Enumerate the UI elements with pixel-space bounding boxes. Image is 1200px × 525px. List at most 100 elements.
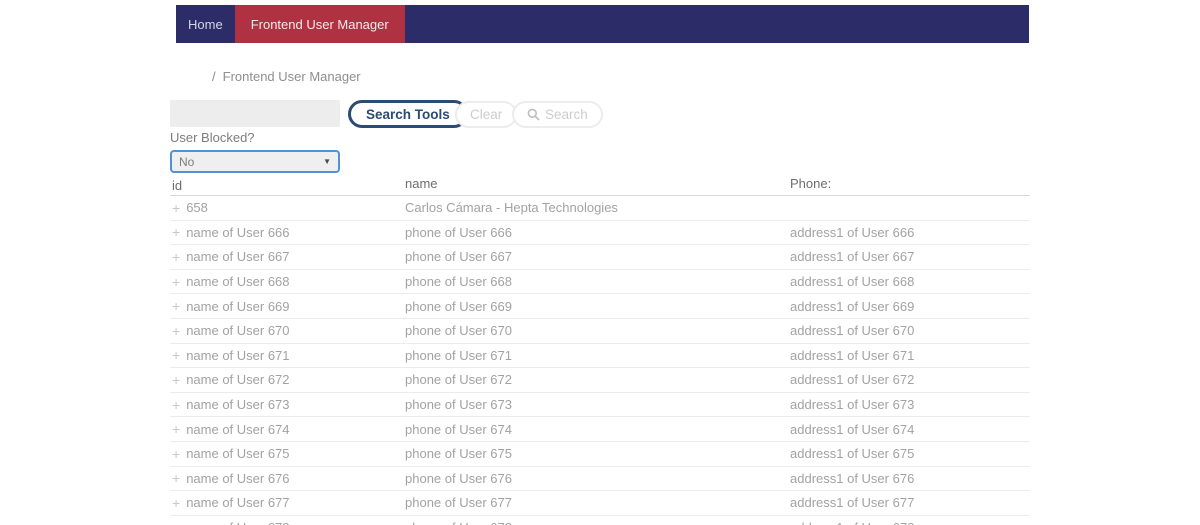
- cell-id-text: name of User 670: [186, 323, 290, 339]
- nav-tab-label: Frontend User Manager: [250, 16, 389, 32]
- cell-phone: address1 of User 675: [790, 446, 915, 462]
- user-blocked-label: User Blocked?: [170, 130, 255, 145]
- cell-name: phone of User 668: [405, 274, 512, 290]
- table-row[interactable]: + name of User 678 phone of User 678addres…: [170, 516, 1030, 525]
- cell-phone: address1 of User 673: [790, 397, 915, 413]
- cell-name: Carlos Cámara - Hepta Technologies: [405, 200, 618, 216]
- select-value: No: [179, 154, 195, 169]
- cell-id-text: name of User 676: [186, 470, 290, 486]
- main-nav: Home Frontend User Manager: [176, 5, 1029, 43]
- cell-id-text: name of User 671: [186, 347, 290, 363]
- cell-id: + name of User 673: [170, 397, 405, 412]
- expand-row-icon[interactable]: +: [172, 471, 180, 485]
- cell-name: phone of User 667: [405, 249, 512, 265]
- cell-id: + name of User 671: [170, 348, 405, 363]
- expand-row-icon[interactable]: +: [172, 324, 180, 338]
- table-row[interactable]: + name of User 676 phone of User 676 addres…: [170, 467, 1030, 492]
- search-button-label: Search: [545, 107, 588, 122]
- cell-id-text: name of User 667: [186, 249, 290, 265]
- breadcrumb-separator: /: [212, 69, 216, 84]
- cell-id-text: name of User 673: [186, 397, 290, 413]
- expand-row-icon[interactable]: +: [172, 275, 180, 289]
- cell-phone: address1 of User 674: [790, 421, 915, 437]
- column-header-phone: Phone:: [790, 176, 832, 191]
- expand-row-icon[interactable]: +: [172, 225, 180, 239]
- expand-row-icon[interactable]: +: [172, 201, 180, 215]
- breadcrumb-current[interactable]: Frontend User Manager: [223, 69, 361, 84]
- cell-name: phone of User 671: [405, 347, 512, 363]
- table-row[interactable]: + name of User 667 phone of User 667 addres…: [170, 245, 1030, 270]
- cell-phone: address1 of User 676: [790, 470, 915, 486]
- cell-id: + name of User 668: [170, 274, 405, 289]
- expand-row-icon[interactable]: +: [172, 496, 180, 510]
- table-row[interactable]: + name of User 672 phone of User 672 addres…: [170, 368, 1030, 393]
- search-button[interactable]: Search: [512, 101, 603, 128]
- cell-phone: address1 of User 677: [790, 495, 915, 511]
- cell-id: + name of User 677: [170, 495, 405, 510]
- cell-name: phone of User 674: [405, 421, 512, 437]
- cell-id: + name of User 669: [170, 299, 405, 314]
- chevron-down-icon: ▼: [323, 157, 331, 166]
- cell-id-text: name of User 672: [186, 372, 290, 388]
- table-row[interactable]: + name of User 674 phone of User 674 addres…: [170, 417, 1030, 442]
- cell-phone: address1 of User 670: [790, 323, 915, 339]
- cell-name: phone of User 670: [405, 323, 512, 339]
- cell-phone: address1 of User 668: [790, 274, 915, 290]
- cell-id-text: name of User 666: [186, 224, 290, 240]
- breadcrumb: / Frontend User Manager: [212, 69, 361, 84]
- cell-id: + name of User 678: [170, 520, 405, 525]
- search-tools-button[interactable]: Search Tools: [348, 100, 468, 128]
- expand-row-icon[interactable]: +: [172, 299, 180, 313]
- page: Home Frontend User Manager / Frontend Use…: [0, 0, 1200, 525]
- table-row[interactable]: +658 Carlos Cámara - Hepta Technologies: [170, 196, 1030, 221]
- cell-id: + name of User 666: [170, 225, 405, 240]
- cell-phone: address1 of User 666: [790, 224, 915, 240]
- cell-name: phone of User 678: [405, 520, 790, 525]
- cell-id: + name of User 674: [170, 422, 405, 437]
- cell-id: + name of User 675: [170, 446, 405, 461]
- cell-id-text: name of User 669: [186, 298, 290, 314]
- table-row[interactable]: + name of User 677 phone of User 677 addres…: [170, 491, 1030, 516]
- table-row[interactable]: + name of User 669 phone of User 669 addres…: [170, 294, 1030, 319]
- cell-id: + name of User 676: [170, 471, 405, 486]
- cell-name: phone of User 669: [405, 298, 512, 314]
- cell-name: phone of User 677: [405, 495, 512, 511]
- expand-row-icon[interactable]: +: [172, 250, 180, 264]
- cell-name: phone of User 676: [405, 470, 512, 486]
- search-input[interactable]: [170, 100, 340, 127]
- cell-phone: address1 of User 669: [790, 298, 915, 314]
- cell-id-text: name of User 677: [186, 495, 290, 511]
- users-table: id name Phone: +658 Carlos Cámara - Hepta T…: [170, 176, 1030, 525]
- table-row[interactable]: + name of User 668 phone of User 668 addres…: [170, 270, 1030, 295]
- table-row[interactable]: + name of User 675 phone of User 675 addres…: [170, 442, 1030, 467]
- expand-row-icon[interactable]: +: [172, 398, 180, 412]
- expand-row-icon[interactable]: +: [172, 521, 180, 525]
- cell-name: phone of User 675: [405, 446, 512, 462]
- cell-phone: address1 of User 672: [790, 372, 915, 388]
- nav-tab-label: Home: [188, 16, 223, 32]
- cell-id: + name of User 670: [170, 323, 405, 338]
- table-header-row: id name Phone:: [170, 176, 1030, 196]
- cell-phone: address1 of User 671: [790, 347, 915, 363]
- expand-row-icon[interactable]: +: [172, 373, 180, 387]
- cell-id: + name of User 667: [170, 249, 405, 264]
- cell-id-text: name of User 668: [186, 274, 290, 290]
- user-blocked-select[interactable]: No ▼: [170, 150, 340, 173]
- expand-row-icon[interactable]: +: [172, 422, 180, 436]
- cell-phone: address1 of User 678: [790, 520, 1030, 525]
- table-row[interactable]: + name of User 670 phone of User 670 addres…: [170, 319, 1030, 344]
- expand-row-icon[interactable]: +: [172, 348, 180, 362]
- table-row[interactable]: + name of User 671 phone of User 671 addres…: [170, 344, 1030, 369]
- cell-name: phone of User 673: [405, 397, 512, 413]
- column-header-id: id: [172, 178, 183, 193]
- table-row[interactable]: + name of User 666 phone of User 666 addres…: [170, 221, 1030, 246]
- cell-name: phone of User 672: [405, 372, 512, 388]
- column-header-name: name: [405, 176, 438, 191]
- nav-tab-frontend-user-manager[interactable]: Frontend User Manager: [234, 5, 405, 43]
- nav-tab-home[interactable]: Home: [176, 5, 235, 43]
- table-row[interactable]: + name of User 673 phone of User 673 addres…: [170, 393, 1030, 418]
- expand-row-icon[interactable]: +: [172, 447, 180, 461]
- cell-id-text: 658: [186, 200, 208, 216]
- clear-button[interactable]: Clear: [455, 101, 518, 128]
- cell-phone: address1 of User 667: [790, 249, 915, 265]
